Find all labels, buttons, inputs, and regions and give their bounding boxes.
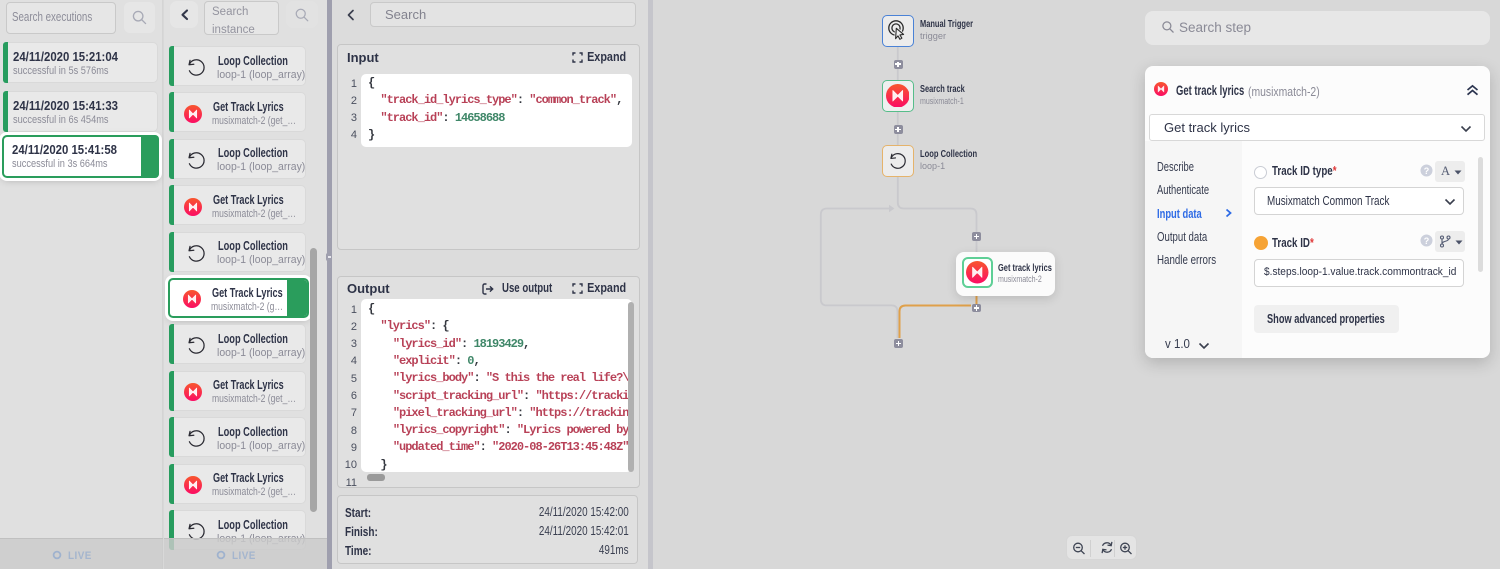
- svg-text:?: ?: [1424, 236, 1430, 246]
- svg-text:?: ?: [1424, 166, 1430, 176]
